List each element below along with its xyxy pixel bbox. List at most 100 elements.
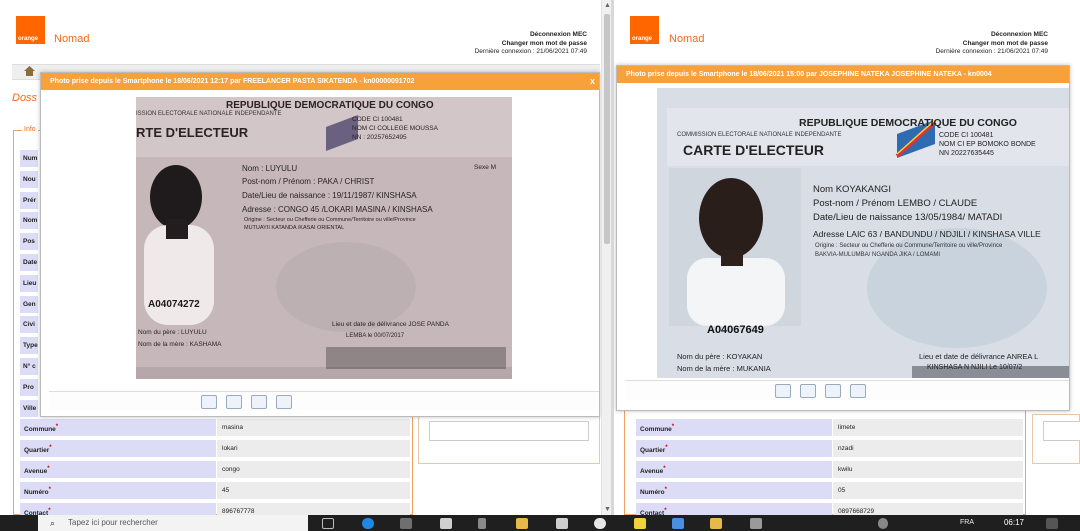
card-postnom: Post-nom / Prénom LEMBO / CLAUDE: [813, 198, 978, 209]
field-value[interactable]: kwilu: [833, 461, 1023, 478]
folder-icon[interactable]: [516, 518, 528, 529]
field-label: Numéro*: [636, 482, 832, 499]
required-marker: *: [49, 445, 52, 451]
card-origine-value: BAKVIA-MULUMBA/ NGANDA JIKA / LOMAMI: [815, 252, 941, 258]
field-label: Prér: [20, 191, 38, 209]
field-value[interactable]: 0897668729: [833, 503, 1023, 515]
zoom-in-icon[interactable]: [251, 395, 267, 409]
required-marker: *: [664, 508, 667, 514]
network-icon[interactable]: [878, 518, 888, 529]
card-code-ci: CODE CI 100481: [352, 116, 403, 123]
field-label: Avenue*: [636, 461, 832, 478]
header-user-menu: Déconnexion MEC Changer mon mot de passe…: [936, 31, 1048, 57]
zoom-in-icon[interactable]: [825, 384, 841, 398]
right-panel-box: [418, 414, 600, 464]
required-marker: *: [55, 424, 59, 430]
required-marker: *: [663, 466, 666, 472]
screen: orange Nomad Déconnexion MEC Changer mon…: [0, 0, 1080, 531]
taskbar-search-box[interactable]: Tapez ici pour rechercher: [38, 515, 308, 531]
field-label: Contact*: [20, 503, 216, 515]
card-delivrance: Lieu et date de délivrance JOSE PANDA: [332, 321, 449, 328]
field-label-text: Commune: [24, 426, 56, 434]
store-icon[interactable]: [400, 518, 412, 529]
field-label-text: Quartier: [640, 447, 666, 455]
orange-logo[interactable]: orange: [630, 16, 659, 44]
change-password-link[interactable]: Changer mon mot de passe: [936, 40, 1048, 49]
right-panel-input[interactable]: [429, 421, 589, 441]
card-origine: Origine : Secteur ou Chefferie ou Commun…: [815, 243, 1003, 249]
paint-icon[interactable]: [710, 518, 722, 529]
app-icon[interactable]: [440, 518, 452, 529]
photo-modal: Photo prise depuis le Smartphone le 18/0…: [616, 65, 1070, 411]
field-value[interactable]: 05: [833, 482, 1023, 499]
field-value[interactable]: 896767778: [217, 503, 410, 515]
change-password-link[interactable]: Changer mon mot de passe: [475, 40, 587, 49]
field-value[interactable]: 45: [217, 482, 410, 499]
field-label: Quartier*: [20, 440, 216, 457]
right-panel-input[interactable]: [1043, 421, 1080, 441]
pen-icon[interactable]: [478, 518, 486, 529]
form-row: Quartier* lokari: [20, 440, 410, 457]
app-icon-2[interactable]: [672, 518, 684, 529]
info-legend: Info: [22, 126, 38, 133]
zoom-out-icon[interactable]: [850, 384, 866, 398]
logout-link[interactable]: Déconnexion MEC: [475, 31, 587, 40]
card-number: A04074272: [148, 299, 200, 310]
form-row: Contact* 896767778: [20, 503, 410, 515]
edge-icon[interactable]: [362, 518, 374, 529]
dropbox-icon[interactable]: [556, 518, 568, 529]
card-header: REPUBLIQUE DEMOCRATIQUE DU CONGO: [226, 100, 434, 111]
id-card-photo: REPUBLIQUE DEMOCRATIQUE DU CONGO ISSION …: [136, 97, 512, 379]
taskbar: Tapez ici pour rechercher ⌕ FRA 06:17: [0, 515, 1080, 531]
form-row: Numéro* 05: [636, 482, 1023, 499]
scroll-thumb[interactable]: [604, 14, 610, 244]
card-mere: Nom de la mère : KASHAMA: [138, 341, 222, 348]
form-row: Avenue* congo: [20, 461, 410, 478]
field-value[interactable]: lokari: [217, 440, 410, 457]
card-delivrance: Lieu et date de délivrance ANREA L: [919, 352, 1039, 361]
clock[interactable]: 06:17: [1004, 518, 1024, 527]
card-adresse: Adresse LAIC 63 / BANDUNDU / NDJILI / KI…: [813, 229, 1041, 239]
home-icon[interactable]: [24, 66, 35, 76]
last-login: Dernière connexion : 21/06/2021 07:49: [474, 48, 587, 55]
card-naissance: Date/Lieu de naissance 13/05/1984/ MATAD…: [813, 212, 1003, 223]
app-brand: Nomad: [669, 33, 705, 45]
zoom-out-icon[interactable]: [276, 395, 292, 409]
notification-icon[interactable]: [1046, 518, 1058, 529]
card-delivrance-value: LEMBA le 00/07/2017: [346, 333, 405, 339]
field-value[interactable]: masina: [217, 419, 410, 436]
field-value[interactable]: congo: [217, 461, 410, 478]
language-indicator[interactable]: FRA: [960, 519, 974, 526]
task-view-icon[interactable]: [322, 518, 334, 529]
last-login: Dernière connexion : 21/06/2021 07:49: [935, 48, 1048, 55]
field-value[interactable]: limete: [833, 419, 1023, 436]
field-label: Contact*: [636, 503, 832, 515]
field-label-text: Commune: [640, 426, 672, 434]
required-marker: *: [48, 487, 51, 493]
rotate-left-icon[interactable]: [201, 395, 217, 409]
card-delivrance-value: KINSHASA N NJILI Le 10/07/2: [927, 364, 1023, 371]
rotate-right-icon[interactable]: [226, 395, 242, 409]
card-header: REPUBLIQUE DEMOCRATIQUE DU CONGO: [799, 117, 1017, 129]
photo-toolbar: [625, 380, 1069, 400]
chrome-icon[interactable]: [594, 518, 606, 529]
card-nom: Nom KOYAKANGI: [813, 184, 891, 195]
field-label: Nou: [20, 170, 38, 188]
field-label: Num: [20, 150, 38, 167]
card-pere: Nom du père : LUYULU: [138, 329, 207, 336]
orange-logo[interactable]: orange: [16, 16, 45, 44]
card-title: CARTE D'ELECTEUR: [683, 142, 824, 158]
required-marker: *: [664, 487, 667, 493]
logout-link[interactable]: Déconnexion MEC: [936, 31, 1048, 40]
card-commission: COMMISSION ELECTORALE NATIONALE INDEPEND…: [677, 132, 842, 138]
calculator-icon[interactable]: [750, 518, 762, 529]
field-label: Date: [20, 254, 38, 271]
rotate-left-icon[interactable]: [775, 384, 791, 398]
field-value[interactable]: nzadi: [833, 440, 1023, 457]
required-marker: *: [665, 445, 668, 451]
notes-icon[interactable]: [634, 518, 646, 529]
modal-title: Photo prise depuis le Smartphone le 18/0…: [617, 66, 1069, 83]
close-icon[interactable]: x: [590, 76, 595, 86]
rotate-right-icon[interactable]: [800, 384, 816, 398]
card-title: RTE D'ELECTEUR: [136, 125, 249, 140]
